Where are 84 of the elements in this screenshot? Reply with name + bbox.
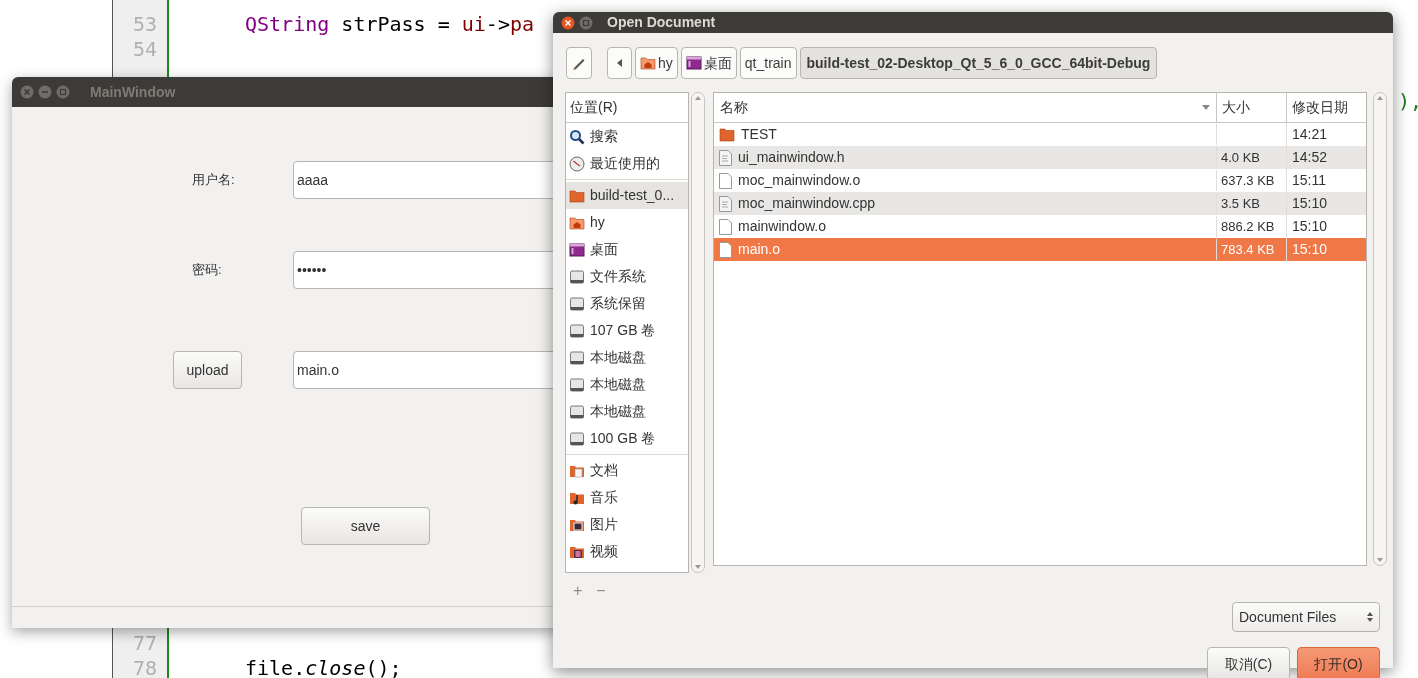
drive-icon — [569, 322, 585, 339]
desktop-icon — [569, 241, 585, 258]
drive-icon — [569, 349, 585, 366]
place-item[interactable]: 系统保留 — [566, 290, 688, 317]
file-size: 783.4 KB — [1221, 240, 1275, 259]
place-item[interactable]: 本地磁盘 — [566, 398, 688, 425]
place-item[interactable]: 107 GB 卷 — [566, 317, 688, 344]
column-header[interactable]: 大小 — [1217, 93, 1287, 122]
drive-icon — [569, 295, 585, 312]
place-item[interactable]: 视频 — [566, 538, 688, 565]
text-file-icon — [719, 149, 732, 166]
path-button[interactable]: qt_train — [739, 47, 797, 79]
up-arrow-icon[interactable] — [1377, 96, 1383, 100]
clock-icon — [569, 155, 585, 172]
drive-icon — [569, 403, 585, 420]
minimize-icon[interactable] — [38, 85, 52, 99]
path-button[interactable]: 桌面 — [680, 47, 737, 79]
up-arrow-icon[interactable] — [695, 96, 701, 100]
file-size: 4.0 KB — [1221, 148, 1261, 167]
file-name: ui_mainwindow.h — [738, 148, 845, 167]
open-button[interactable]: 打开(O) — [1297, 647, 1380, 678]
sort-arrow-icon — [1202, 105, 1210, 110]
maximize-icon[interactable] — [56, 85, 70, 99]
field-label: 密码: — [192, 261, 223, 280]
file-type-dropdown[interactable]: Document Files — [1232, 602, 1380, 632]
field-label: 用户名: — [192, 171, 236, 190]
modified-time: 15:10 — [1291, 240, 1329, 259]
path-button[interactable]: build-test_02-Desktop_Qt_5_6_0_GCC_64bit-Debug — [799, 47, 1158, 79]
folder-icon — [719, 127, 735, 142]
window-title: Open Document — [607, 13, 716, 32]
file-size: 3.5 KB — [1221, 194, 1261, 213]
file-name: main.o — [738, 240, 781, 259]
code-fragment: ), — [1398, 88, 1418, 115]
down-arrow-icon[interactable] — [1377, 558, 1383, 562]
folder-icon — [569, 187, 585, 204]
drive-icon — [569, 268, 585, 285]
drive-icon — [569, 376, 585, 393]
file-icon — [719, 218, 732, 235]
file-icon — [719, 241, 732, 258]
edit-location-button[interactable] — [566, 47, 592, 79]
place-item[interactable]: 音乐 — [566, 484, 688, 511]
updown-arrows-icon — [1367, 612, 1373, 622]
modified-time: 14:52 — [1291, 148, 1329, 167]
place-item[interactable]: 100 GB 卷 — [566, 425, 688, 452]
modified-time: 15:10 — [1291, 217, 1329, 236]
code-line: file.close(); — [245, 654, 402, 678]
text-file-icon — [719, 195, 732, 212]
scrollbar[interactable] — [691, 92, 705, 573]
modified-time: 15:10 — [1291, 194, 1329, 213]
file-name: mainwindow.o — [738, 217, 826, 236]
file-name: moc_mainwindow.cpp — [738, 194, 875, 213]
place-item[interactable]: hy — [566, 209, 688, 236]
file-row[interactable]: moc_mainwindow.cpp 3.5 KB 15:10 — [714, 192, 1366, 215]
file-name: TEST — [741, 125, 777, 144]
down-arrow-icon[interactable] — [695, 565, 701, 569]
place-item[interactable]: 文档 — [566, 457, 688, 484]
place-item[interactable]: build-test_0... — [566, 182, 688, 209]
home-folder-icon — [569, 214, 585, 231]
column-header[interactable]: 修改日期 — [1287, 93, 1366, 122]
save-button[interactable]: save — [301, 507, 430, 545]
left-arrow-icon — [617, 59, 622, 67]
file-icon — [719, 172, 732, 189]
file-row[interactable]: ui_mainwindow.h 4.0 KB 14:52 — [714, 146, 1366, 169]
modified-time: 15:11 — [1291, 171, 1327, 190]
scrollbar[interactable] — [1373, 92, 1387, 566]
upload-button[interactable]: upload — [173, 351, 242, 389]
file-size: 637.3 KB — [1221, 171, 1275, 190]
window-title: MainWindow — [90, 82, 176, 102]
code-line: QString strPass = ui->pa — [245, 11, 535, 39]
column-header: 位置(R) — [566, 93, 688, 123]
file-size: 886.2 KB — [1221, 217, 1275, 236]
file-name: moc_mainwindow.o — [738, 171, 861, 190]
place-item[interactable]: 图片 — [566, 511, 688, 538]
close-icon[interactable] — [561, 15, 575, 30]
place-item[interactable]: 搜索 — [566, 123, 688, 150]
column-header[interactable]: 名称 — [714, 93, 1217, 122]
search-icon — [569, 128, 585, 145]
desktop-icon — [685, 55, 702, 71]
back-button[interactable] — [607, 47, 632, 79]
path-button[interactable]: hy — [635, 47, 678, 79]
cancel-button[interactable]: 取消(C) — [1207, 647, 1290, 678]
drive-icon — [569, 430, 585, 447]
home-folder-icon — [640, 55, 656, 71]
modified-time: 14:21 — [1291, 125, 1329, 144]
